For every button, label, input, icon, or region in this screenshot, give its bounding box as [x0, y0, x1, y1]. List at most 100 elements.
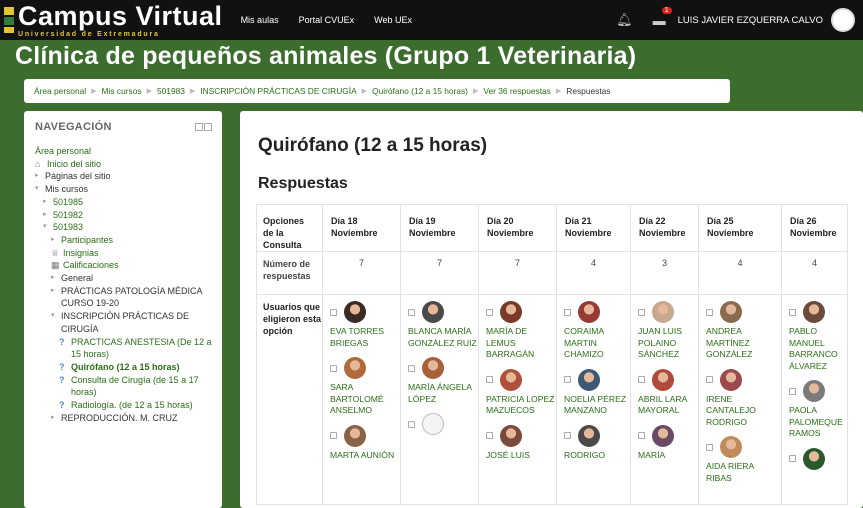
- select-user-checkbox[interactable]: [330, 432, 337, 439]
- user-avatar[interactable]: [344, 424, 366, 447]
- select-user-checkbox[interactable]: [486, 376, 493, 383]
- user-name-link[interactable]: JUAN LUIS POLAINO SÁNCHEZ: [638, 326, 698, 361]
- nav-item[interactable]: ▦ Calificaciones: [35, 259, 212, 272]
- nav-item[interactable]: ▾ Mis cursos: [35, 183, 212, 196]
- chevron-down-icon[interactable]: ▾: [43, 221, 53, 234]
- nav-item[interactable]: ♕ Insignias: [35, 247, 212, 260]
- user-name-link[interactable]: MARÍA DE LEMUS BARRAGÁN: [486, 326, 556, 361]
- user-name-link[interactable]: IRENE CANTALEJO RODRIGO: [706, 394, 781, 429]
- user-menu-name[interactable]: LUIS JAVIER EZQUERRA CALVO: [678, 15, 823, 26]
- user-avatar[interactable]: [720, 301, 742, 323]
- user-name-link[interactable]: PAOLA PALOMEQUE RAMOS: [789, 405, 847, 440]
- select-user-checkbox[interactable]: [408, 420, 415, 428]
- user-name-link[interactable]: ANDREA MARTÍNEZ GONZÁLEZ: [706, 326, 781, 361]
- user-name-link[interactable]: MARÍA ÁNGELA LÓPEZ: [408, 382, 478, 405]
- user-name-link[interactable]: MARTA AUNIÓN: [330, 450, 400, 462]
- block-controls[interactable]: [195, 123, 212, 131]
- nav-item[interactable]: ▸ PRÁCTICAS PATOLOGÍA MÉDICA CURSO 19-20: [35, 285, 212, 310]
- avatar[interactable]: [831, 8, 855, 32]
- select-user-checkbox[interactable]: [486, 308, 493, 316]
- select-user-checkbox[interactable]: [408, 364, 415, 372]
- nav-item[interactable]: ? PRACTICAS ANESTESIA (De 12 a 15 horas): [35, 336, 212, 361]
- chevron-right-icon[interactable]: ▸: [35, 170, 45, 183]
- chevron-right-icon[interactable]: ▸: [51, 412, 61, 425]
- user-name-link[interactable]: PATRICIA LOPEZ MAZUECOS: [486, 394, 556, 417]
- dock-icon[interactable]: [195, 123, 203, 131]
- nav-item[interactable]: ▾ INSCRIPCIÓN PRÁCTICAS DE CIRUGÍA: [35, 310, 212, 335]
- campus-virtual-logo[interactable]: Campus Virtual Universidad de Extremadur…: [0, 0, 223, 40]
- user-name-link[interactable]: MARÍA: [638, 450, 698, 462]
- nav-item[interactable]: ? Radiología. (de 12 a 15 horas): [35, 399, 212, 412]
- chevron-down-icon[interactable]: ▾: [35, 183, 45, 196]
- nav-portal-cvuex[interactable]: Portal CVUEx: [299, 15, 355, 25]
- nav-item[interactable]: ▸ 501982: [35, 209, 212, 222]
- user-name-link[interactable]: EVA TORRES BRIEGAS: [330, 326, 400, 349]
- select-user-checkbox[interactable]: [638, 432, 645, 439]
- user-name-link[interactable]: SARA BARTOLOMÉ ANSELMO: [330, 382, 400, 417]
- breadcrumb-item[interactable]: 501983: [157, 86, 185, 96]
- nav-item[interactable]: ⌂ Inicio del sitio: [35, 158, 212, 171]
- user-name-link[interactable]: PABLO MANUEL BARRANCO ÁLVAREZ: [789, 326, 847, 372]
- chevron-right-icon[interactable]: ▸: [43, 209, 53, 222]
- nav-item[interactable]: ▸ REPRODUCCIÓN. M. CRUZ: [35, 412, 212, 425]
- user-avatar[interactable]: [652, 301, 674, 323]
- user-name-link[interactable]: CORAIMA MARTIN CHAMIZO: [564, 326, 630, 361]
- select-user-checkbox[interactable]: [789, 387, 796, 395]
- breadcrumb-item[interactable]: Ver 36 respuestas: [483, 86, 551, 96]
- nav-item[interactable]: Área personal: [35, 145, 212, 158]
- breadcrumb-item[interactable]: Área personal: [34, 86, 86, 96]
- select-user-checkbox[interactable]: [330, 308, 337, 316]
- nav-item[interactable]: ▸ Participantes: [35, 234, 212, 247]
- user-avatar[interactable]: [803, 447, 825, 470]
- select-user-checkbox[interactable]: [408, 308, 415, 316]
- user-avatar[interactable]: [720, 436, 742, 458]
- nav-item[interactable]: ▸ Páginas del sitio: [35, 170, 212, 183]
- user-avatar[interactable]: [344, 301, 366, 323]
- select-user-checkbox[interactable]: [706, 443, 713, 451]
- breadcrumb-item[interactable]: Quirófano (12 a 15 horas): [372, 86, 468, 96]
- chevron-down-icon[interactable]: ▾: [51, 310, 61, 323]
- user-avatar[interactable]: [500, 301, 522, 323]
- chevron-right-icon[interactable]: ▸: [51, 272, 61, 285]
- bell-icon[interactable]: 🔔︎: [616, 12, 633, 28]
- user-name-link[interactable]: AIDA RIERA RIBAS: [706, 461, 781, 484]
- user-avatar[interactable]: [652, 424, 674, 447]
- user-avatar[interactable]: [803, 301, 825, 323]
- collapse-icon[interactable]: [204, 123, 212, 131]
- nav-item[interactable]: ? Quirófano (12 a 15 horas): [35, 361, 212, 374]
- chevron-right-icon[interactable]: ▸: [43, 196, 53, 209]
- nav-item[interactable]: ▾ 501983: [35, 221, 212, 234]
- user-avatar[interactable]: [500, 424, 522, 447]
- nav-item[interactable]: ? Consulta de Cirugía (de 15 a 17 horas): [35, 374, 212, 399]
- chevron-right-icon[interactable]: ▸: [51, 285, 61, 298]
- user-avatar[interactable]: [500, 368, 522, 391]
- select-user-checkbox[interactable]: [638, 376, 645, 383]
- user-avatar[interactable]: [422, 301, 444, 323]
- select-user-checkbox[interactable]: [486, 432, 493, 439]
- user-avatar[interactable]: [344, 357, 366, 379]
- nav-item[interactable]: ▸ General: [35, 272, 212, 285]
- user-avatar[interactable]: [422, 413, 444, 435]
- breadcrumb-item[interactable]: INSCRIPCIÓN PRÁCTICAS DE CIRUGÍA: [200, 86, 356, 96]
- user-name-link[interactable]: RODRIGO: [564, 450, 630, 462]
- select-user-checkbox[interactable]: [638, 308, 645, 316]
- select-user-checkbox[interactable]: [789, 455, 796, 462]
- chevron-right-icon[interactable]: ▸: [51, 234, 61, 247]
- user-name-link[interactable]: BLANCA MARÍA GONZÁLEZ RUIZ: [408, 326, 478, 349]
- nav-web-uex[interactable]: Web UEx: [374, 15, 412, 25]
- user-name-link[interactable]: JOSÉ LUIS: [486, 450, 556, 462]
- user-name-link[interactable]: NOELIA PÉREZ MANZANO: [564, 394, 630, 417]
- user-name-link[interactable]: ABRIL LARA MAYORAL: [638, 394, 698, 417]
- select-user-checkbox[interactable]: [789, 308, 796, 316]
- user-avatar[interactable]: [578, 368, 600, 391]
- select-user-checkbox[interactable]: [564, 432, 571, 439]
- user-avatar[interactable]: [422, 357, 444, 379]
- user-avatar[interactable]: [652, 368, 674, 391]
- select-user-checkbox[interactable]: [564, 376, 571, 383]
- select-user-checkbox[interactable]: [706, 376, 713, 383]
- chat-icon[interactable]: ▬ 1: [653, 6, 672, 28]
- breadcrumb-item[interactable]: Mis cursos: [102, 86, 142, 96]
- nav-mis-aulas[interactable]: Mis aulas: [241, 15, 279, 25]
- select-user-checkbox[interactable]: [564, 308, 571, 316]
- nav-item[interactable]: ▸ 501985: [35, 196, 212, 209]
